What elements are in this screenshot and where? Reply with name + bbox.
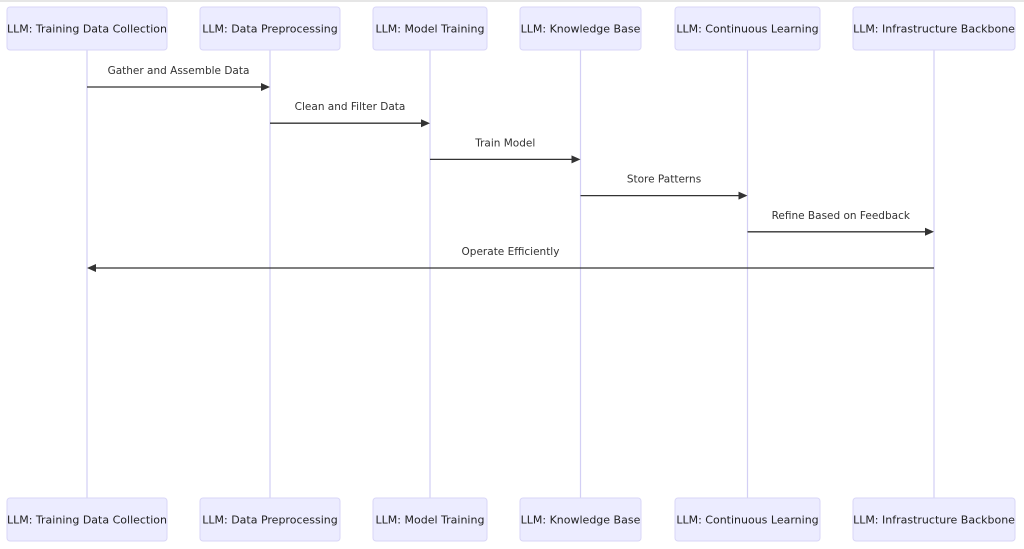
arrowhead-icon <box>738 191 748 200</box>
message-label: Gather and Assemble Data <box>108 65 250 77</box>
message-label: Clean and Filter Data <box>295 101 406 113</box>
messages: Gather and Assemble Data Clean and Filter… <box>87 65 934 272</box>
actor-bottom-p1[interactable]: LLM: Data Preprocessing <box>199 497 341 542</box>
actor-label: LLM: Knowledge Base <box>521 23 641 36</box>
actor-label: LLM: Data Preprocessing <box>202 514 337 527</box>
actor-label: LLM: Infrastructure Backbone <box>853 514 1015 527</box>
actor-top-p2[interactable]: LLM: Model Training <box>372 6 488 51</box>
actor-label: LLM: Knowledge Base <box>521 514 641 527</box>
actors-bottom: LLM: Training Data Collection LLM: Data P… <box>6 497 1016 542</box>
arrowhead-icon <box>925 227 934 236</box>
message-label: Train Model <box>474 137 535 149</box>
arrowhead-icon <box>571 155 581 164</box>
message-5: Operate Efficiently <box>87 246 934 272</box>
actor-bottom-p5[interactable]: LLM: Infrastructure Backbone <box>852 497 1016 542</box>
actor-bottom-p0[interactable]: LLM: Training Data Collection <box>6 497 168 542</box>
actors-top: LLM: Training Data Collection LLM: Data P… <box>6 6 1016 51</box>
actor-top-p4[interactable]: LLM: Continuous Learning <box>674 6 821 51</box>
sequence-diagram: LLM: Training Data Collection LLM: Data P… <box>6 6 1016 542</box>
actor-top-p5[interactable]: LLM: Infrastructure Backbone <box>852 6 1016 51</box>
actor-bottom-p3[interactable]: LLM: Knowledge Base <box>519 497 642 542</box>
arrowhead-icon <box>261 83 270 91</box>
actor-label: LLM: Training Data Collection <box>7 514 167 527</box>
message-4: Refine Based on Feedback <box>747 210 934 236</box>
message-2: Train Model <box>430 137 581 164</box>
actor-label: LLM: Training Data Collection <box>7 23 167 36</box>
actor-label: LLM: Continuous Learning <box>676 23 818 36</box>
actor-top-p1[interactable]: LLM: Data Preprocessing <box>199 6 341 51</box>
message-label: Operate Efficiently <box>462 246 560 258</box>
lifelines <box>86 50 935 498</box>
arrowhead-icon <box>87 264 96 272</box>
message-1: Clean and Filter Data <box>270 101 430 128</box>
actor-label: LLM: Continuous Learning <box>676 514 818 527</box>
actor-bottom-p4[interactable]: LLM: Continuous Learning <box>674 497 821 542</box>
message-label: Refine Based on Feedback <box>772 210 911 222</box>
message-0: Gather and Assemble Data <box>87 65 270 91</box>
actor-label: LLM: Infrastructure Backbone <box>853 23 1015 36</box>
message-3: Store Patterns <box>580 174 748 200</box>
actor-label: LLM: Data Preprocessing <box>202 23 337 36</box>
actor-bottom-p2[interactable]: LLM: Model Training <box>372 497 488 542</box>
actor-top-p0[interactable]: LLM: Training Data Collection <box>6 6 168 51</box>
actor-top-p3[interactable]: LLM: Knowledge Base <box>519 6 642 51</box>
arrowhead-icon <box>421 119 430 128</box>
actor-label: LLM: Model Training <box>376 23 485 36</box>
actor-label: LLM: Model Training <box>376 514 485 527</box>
message-label: Store Patterns <box>627 174 701 186</box>
